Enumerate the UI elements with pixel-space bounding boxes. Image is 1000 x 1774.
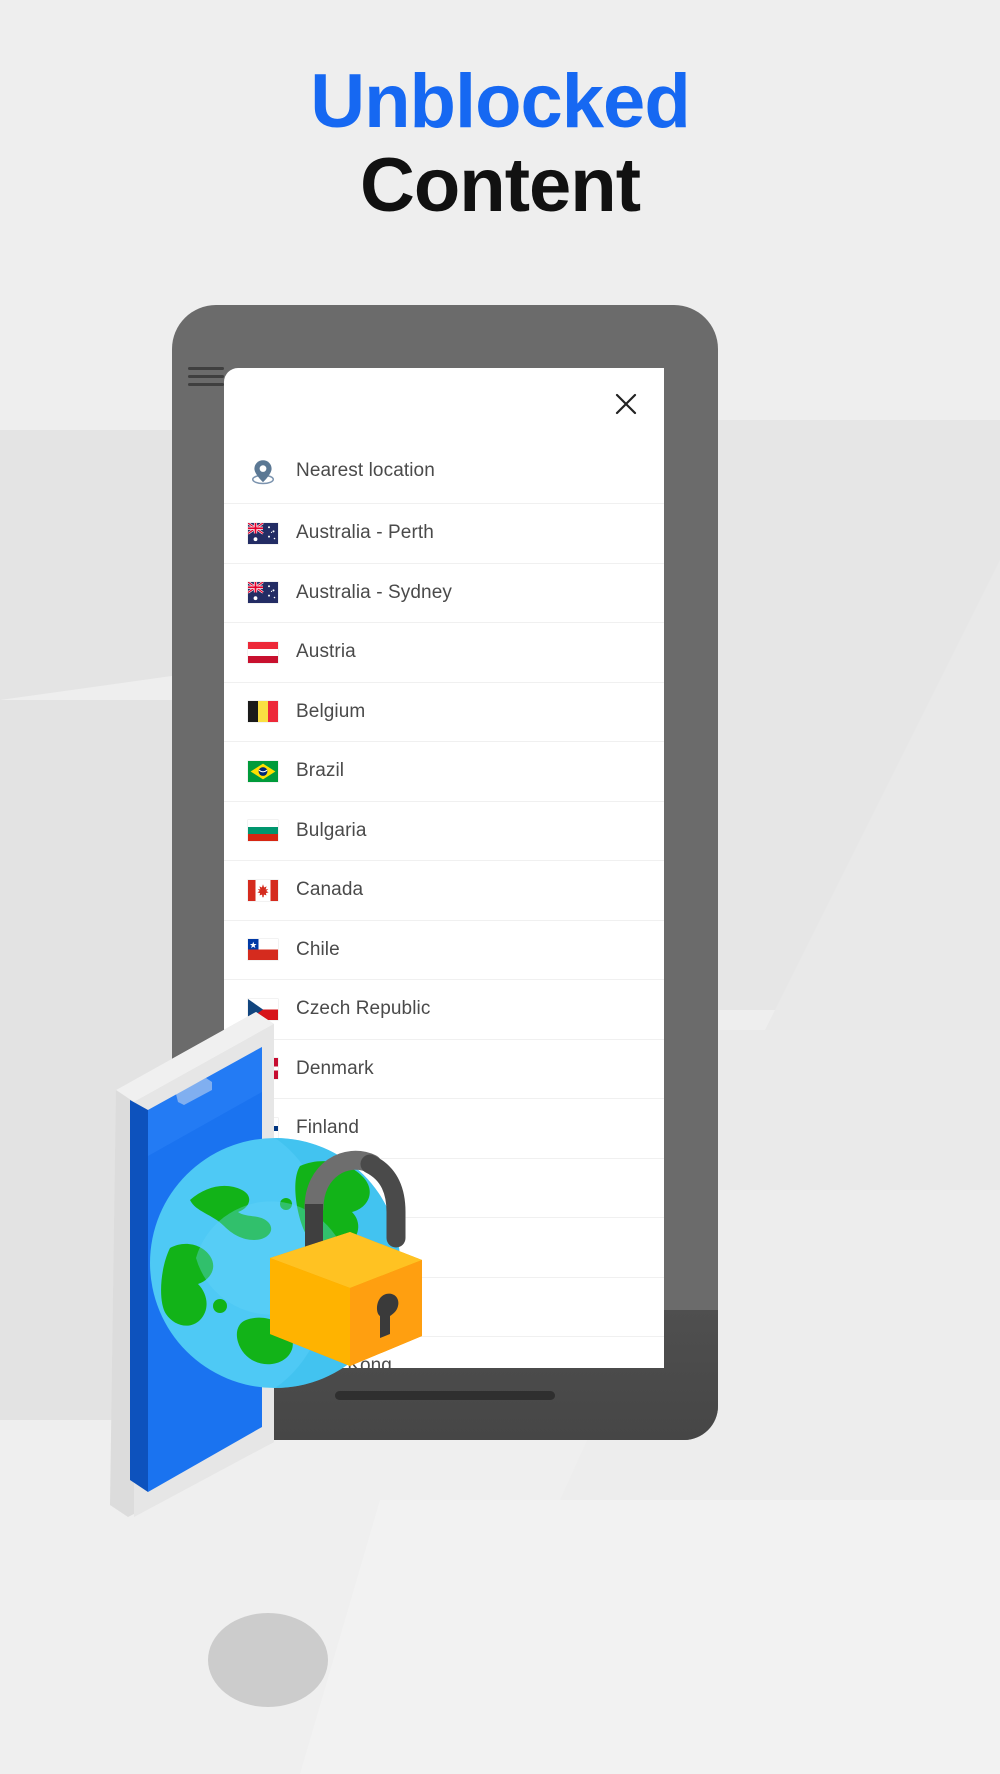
speaker-grille-icon <box>188 367 224 395</box>
server-list-item-label: Czech Republic <box>296 998 431 1020</box>
server-list-item[interactable]: Belgium <box>224 683 664 742</box>
headline-line-2: Content <box>359 143 641 228</box>
flag-icon <box>248 582 278 604</box>
server-list-item-label: Brazil <box>296 760 345 782</box>
server-list-item[interactable]: Nearest location <box>224 438 664 504</box>
server-list-item-label: Australia - Perth <box>296 522 434 544</box>
location-pin-icon <box>251 459 275 484</box>
flag-icon <box>248 937 282 963</box>
flag-icon <box>248 639 282 665</box>
server-list-item[interactable]: Denmark <box>224 1040 664 1099</box>
flag-icon <box>248 879 278 901</box>
server-list-item-label: Denmark <box>296 1057 374 1079</box>
server-list-item[interactable]: Canada <box>224 861 664 921</box>
flag-icon <box>248 818 282 844</box>
server-list-item-label: Austria <box>296 641 356 663</box>
server-list-item[interactable]: Czech Republic <box>224 980 664 1040</box>
flag-icon <box>248 522 278 544</box>
server-list-item-label: Canada <box>296 879 364 901</box>
flag-icon <box>248 820 278 842</box>
flag-icon <box>248 580 282 606</box>
server-list-item[interactable]: Brazil <box>224 742 664 802</box>
sheet-header <box>224 368 664 438</box>
flag-icon <box>248 699 282 725</box>
server-list-item-label: Belgium <box>296 700 366 722</box>
server-list-item[interactable]: Austria <box>224 623 664 683</box>
close-button[interactable] <box>606 384 646 424</box>
headline-line-1: Unblocked <box>310 59 691 144</box>
server-list-item[interactable]: Australia - Perth <box>224 504 664 564</box>
server-list-item[interactable]: Chile <box>224 921 664 980</box>
server-list-item-label: Chile <box>296 938 340 960</box>
server-list-item[interactable]: Australia - Sydney <box>224 564 664 623</box>
flag-icon <box>248 701 278 723</box>
flag-icon <box>248 758 282 784</box>
location-pin-icon <box>248 458 282 484</box>
flag-icon <box>248 877 282 903</box>
close-icon <box>615 393 637 415</box>
server-list-item-label: Nearest location <box>296 459 435 481</box>
flag-icon <box>248 641 278 663</box>
flag-icon <box>248 939 278 961</box>
flag-icon <box>248 520 282 546</box>
flag-icon <box>248 760 278 782</box>
server-list-item-label: Bulgaria <box>296 819 367 841</box>
headline: Unblocked Content <box>0 60 1000 228</box>
server-list-item[interactable]: Bulgaria <box>224 802 664 861</box>
server-list-item-label: Australia - Sydney <box>296 581 452 603</box>
globe-padlock-illustration <box>150 1138 422 1388</box>
